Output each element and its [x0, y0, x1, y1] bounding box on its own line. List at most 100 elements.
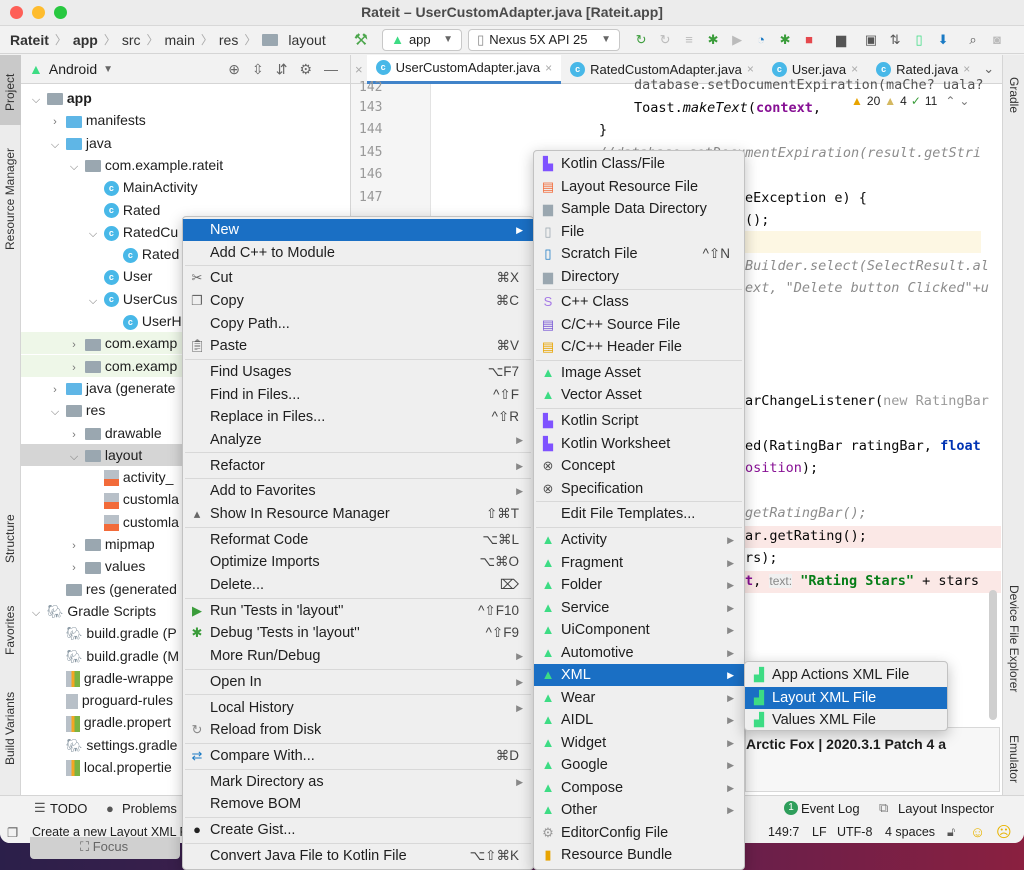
menu-item[interactable]: Refactor ▶	[183, 455, 533, 477]
expanded-chevron-icon[interactable]: ⌵	[86, 290, 100, 312]
menu-item[interactable]: ▲ Folder ▶	[534, 574, 744, 596]
collapse-all-icon[interactable]: ⇵	[276, 61, 300, 77]
expanded-chevron-icon[interactable]: ⌵	[29, 602, 43, 624]
collapsed-chevron-icon[interactable]: ›	[48, 379, 62, 401]
menu-item[interactable]: ▲ Other ▶	[534, 799, 744, 821]
locate-icon[interactable]: ⊕	[228, 61, 252, 77]
search-icon[interactable]: ⌕	[962, 32, 984, 48]
menu-item[interactable]: Replace in Files... ^⇧R	[183, 406, 533, 428]
menu-item[interactable]: ✂ Cut ⌘X	[183, 267, 533, 289]
menu-item[interactable]: S C++ Class	[534, 291, 744, 313]
chevron-down-icon[interactable]: ▼	[103, 64, 113, 75]
expanded-chevron-icon[interactable]: ⌵	[29, 89, 43, 111]
terminal-icon[interactable]: ▣	[860, 32, 882, 48]
menu-item[interactable]: ❐ Copy ⌘C	[183, 290, 533, 312]
favorites-tab[interactable]: Favorites	[3, 606, 17, 655]
menu-item[interactable]: ▲ Fragment ▶	[534, 552, 744, 574]
menu-item[interactable]: ▤ Layout Resource File	[534, 176, 744, 198]
menu-item[interactable]: Optimize Imports ⌥⌘O	[183, 551, 533, 573]
project-tab-label[interactable]: Project	[3, 74, 17, 111]
menu-item[interactable]: ▟ Values XML File	[745, 709, 947, 731]
coverage-icon[interactable]: ▶	[726, 32, 748, 48]
caret-position[interactable]: 149:7	[768, 825, 799, 839]
menu-item[interactable]: ▟ Layout XML File	[745, 686, 947, 709]
menu-item[interactable]: ▙ Kotlin Class/File	[534, 153, 744, 175]
menu-item[interactable]: Remove BOM	[183, 793, 533, 815]
sync-icon[interactable]: ≡	[678, 32, 700, 48]
previous-highlight-icon[interactable]: ⌃	[945, 94, 955, 108]
menu-item[interactable]: ▲ Compose ▶	[534, 777, 744, 799]
focus-button[interactable]: ⛶ Focus	[30, 837, 180, 859]
menu-item[interactable]: Open In ▶	[183, 671, 533, 693]
menu-item[interactable]: New ▶	[183, 219, 533, 241]
menu-item[interactable]: ▤ C/C++ Header File	[534, 336, 744, 358]
project-structure-icon[interactable]: ▆	[830, 32, 852, 48]
emulator-tab[interactable]: Emulator	[1007, 735, 1021, 783]
menu-item[interactable]: Local History ▶	[183, 697, 533, 719]
menu-item[interactable]: More Run/Debug ▶	[183, 645, 533, 667]
menu-item[interactable]: Edit File Templates...	[534, 503, 744, 525]
menu-item[interactable]: ▙ Kotlin Worksheet	[534, 433, 744, 455]
menu-item[interactable]: ▲ Service ▶	[534, 597, 744, 619]
line-separator[interactable]: LF	[812, 825, 827, 839]
lock-icon[interactable]: 🔓︎	[947, 825, 955, 840]
tree-item[interactable]: ⌵ com.example.rateit	[21, 154, 351, 176]
gear-icon[interactable]: ⚙	[299, 61, 324, 77]
layout-inspector-tab[interactable]: Layout Inspector	[898, 801, 994, 816]
collapsed-chevron-icon[interactable]: ›	[67, 535, 81, 557]
menu-item[interactable]: Convert Java File to Kotlin File ⌥⇧⌘K	[183, 845, 533, 867]
close-icon[interactable]: ×	[545, 61, 552, 75]
code-line[interactable]: t, text: "Rating Stars" + stars	[745, 573, 979, 589]
expand-all-icon[interactable]: ⇳	[252, 61, 276, 77]
code-line[interactable]: osition);	[745, 460, 818, 476]
expanded-chevron-icon[interactable]: ⌵	[48, 401, 62, 423]
editor-scrollbar[interactable]	[989, 590, 997, 720]
next-highlight-icon[interactable]: ⌄	[959, 94, 969, 108]
code-line[interactable]: ar.getRating();	[745, 528, 867, 544]
code-line[interactable]: Toast.makeText(context,	[634, 100, 821, 116]
resource-manager-tab[interactable]: Resource Manager	[3, 148, 17, 250]
menu-item[interactable]: ▲ Image Asset	[534, 362, 744, 384]
menu-item[interactable]: ● Create Gist...	[183, 819, 533, 841]
menu-item[interactable]: ▲ Widget ▶	[534, 732, 744, 754]
code-line[interactable]: ();	[745, 212, 769, 228]
menu-item[interactable]: ✱ Debug 'Tests in 'layout'' ^⇧F9	[183, 622, 533, 644]
menu-item[interactable]: ▲ XML ▶	[534, 664, 744, 686]
avd-manager-icon[interactable]: ▯	[908, 32, 930, 48]
code-line[interactable]: Builder.select(SelectResult.al	[745, 258, 989, 274]
menu-item[interactable]: ⚙ EditorConfig File	[534, 822, 744, 844]
menu-item[interactable]: ▆ Directory	[534, 266, 744, 288]
expanded-chevron-icon[interactable]: ⌵	[67, 446, 81, 468]
breadcrumb-item[interactable]: Rateit	[10, 32, 49, 48]
close-window-button[interactable]	[10, 6, 23, 19]
menu-item[interactable]: Reformat Code ⌥⌘L	[183, 529, 533, 551]
device-select[interactable]: ▯ Nexus 5X API 25 ▼	[468, 28, 621, 51]
minimize-window-button[interactable]	[32, 6, 45, 19]
collapsed-chevron-icon[interactable]: ›	[67, 424, 81, 446]
menu-item[interactable]: ▯ Scratch File ^⇧N	[534, 243, 744, 265]
menu-item[interactable]: ▲ Activity ▶	[534, 529, 744, 551]
build-variants-tab[interactable]: Build Variants	[3, 692, 17, 765]
menu-item[interactable]: ▯ File	[534, 221, 744, 243]
sad-face-icon[interactable]: ☹	[996, 823, 1012, 841]
collapsed-chevron-icon[interactable]: ›	[67, 334, 81, 356]
expanded-chevron-icon[interactable]: ⌵	[48, 134, 62, 156]
code-line[interactable]: arChangeListener(new RatingBar	[745, 393, 989, 409]
attach-debugger-icon[interactable]: ✱	[774, 32, 796, 48]
breadcrumb-item[interactable]: layout	[288, 32, 325, 48]
breadcrumb-item[interactable]: app	[73, 32, 98, 48]
menu-item[interactable]: ▲ UiComponent ▶	[534, 619, 744, 641]
menu-item[interactable]: ▶ Run 'Tests in 'layout'' ^⇧F10	[183, 600, 533, 622]
breadcrumb-item[interactable]: src	[122, 32, 141, 48]
run-config-select[interactable]: ▲ app ▼	[382, 28, 463, 51]
inspection-widget[interactable]: ▲ 20 ▲ 4 ✓ 11 ⌃ ⌄	[851, 91, 1001, 111]
collapsed-chevron-icon[interactable]: ›	[67, 357, 81, 379]
menu-item[interactable]: ▟ App Actions XML File	[745, 664, 947, 686]
file-encoding[interactable]: UTF-8	[837, 825, 872, 839]
menu-item[interactable]: ▲ Automotive ▶	[534, 642, 744, 664]
menu-item[interactable]: Copy Path...	[183, 313, 533, 335]
debug-icon[interactable]: ✱	[702, 32, 724, 48]
happy-face-icon[interactable]: ☺	[970, 824, 985, 841]
menu-item[interactable]: Delete... ⌦	[183, 574, 533, 596]
apply-changes-icon[interactable]: ↻	[630, 32, 652, 48]
